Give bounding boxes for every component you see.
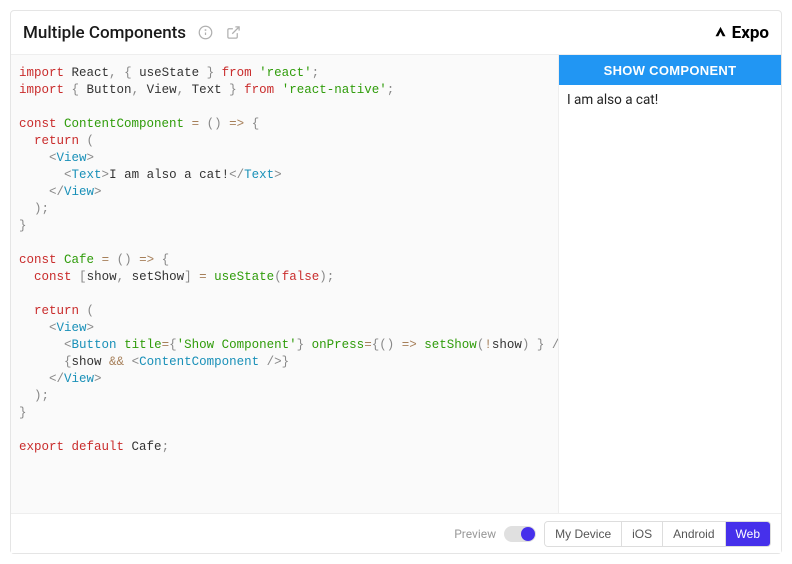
expo-brand[interactable]: Expo (713, 23, 769, 43)
tab-ios[interactable]: iOS (621, 522, 662, 546)
brand-label: Expo (732, 23, 769, 43)
snack-panel: Multiple Components Expo import React, {… (10, 10, 782, 554)
body: import React, { useState } from 'react';… (11, 55, 781, 513)
preview-toggle[interactable] (504, 526, 536, 542)
page-title: Multiple Components (23, 23, 186, 43)
footer: Preview My DeviceiOSAndroidWeb (11, 513, 781, 553)
external-link-icon[interactable] (224, 24, 242, 42)
toggle-knob (521, 527, 535, 541)
tab-my-device[interactable]: My Device (545, 522, 621, 546)
tab-android[interactable]: Android (662, 522, 724, 546)
preview-text: I am also a cat! (559, 85, 781, 115)
info-icon[interactable] (196, 24, 214, 42)
code-editor[interactable]: import React, { useState } from 'react';… (11, 55, 559, 513)
preview-label: Preview (454, 527, 496, 541)
tab-web[interactable]: Web (725, 522, 770, 546)
show-component-button[interactable]: SHOW COMPONENT (559, 55, 781, 85)
code-block: import React, { useState } from 'react';… (19, 65, 554, 456)
platform-tabs: My DeviceiOSAndroidWeb (544, 521, 771, 547)
header: Multiple Components Expo (11, 11, 781, 55)
preview-pane: SHOW COMPONENT I am also a cat! (559, 55, 781, 513)
